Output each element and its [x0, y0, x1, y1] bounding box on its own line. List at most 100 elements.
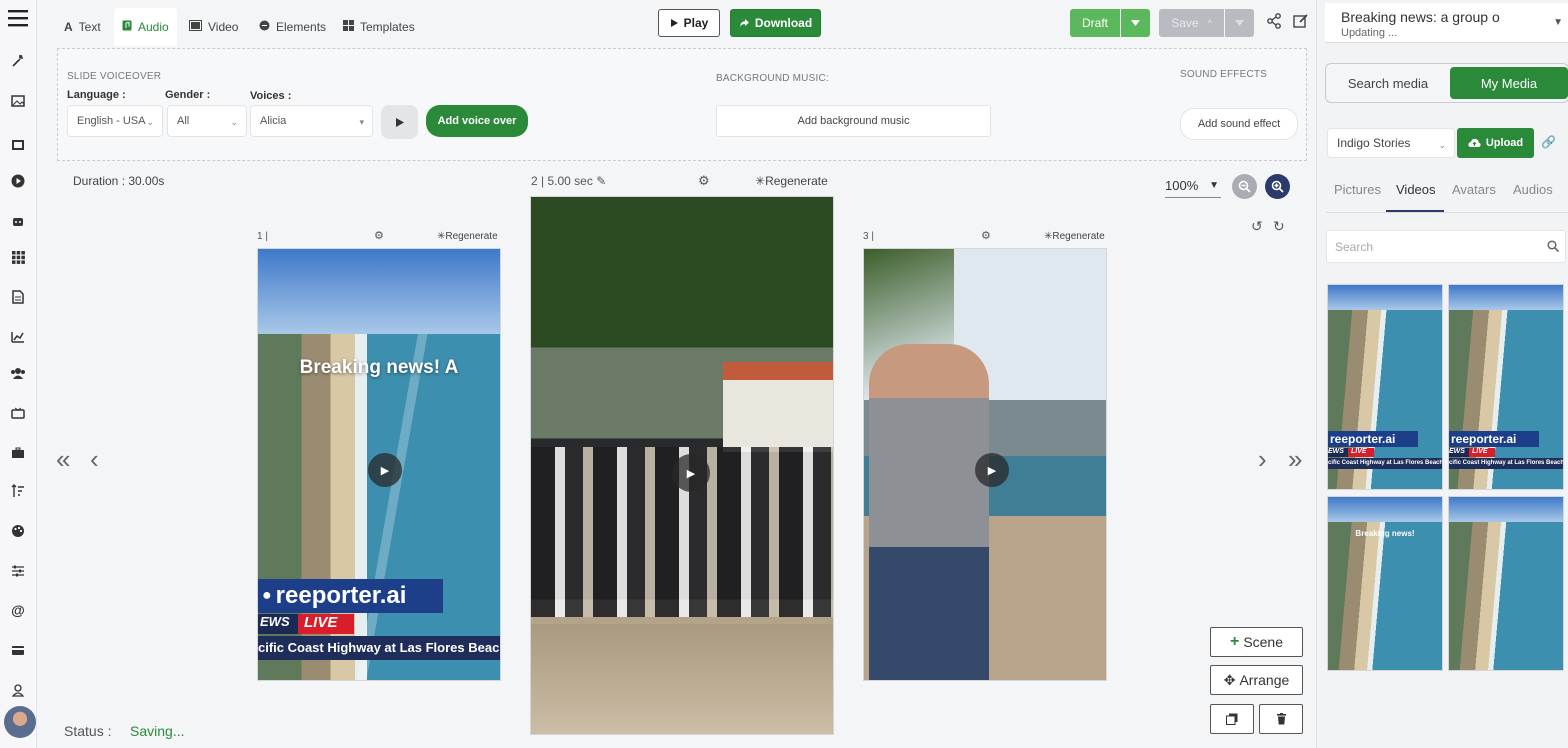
gear-icon[interactable]: ⚙ [374, 229, 384, 242]
media-thumbnail[interactable] [1448, 496, 1564, 671]
zoom-in-button[interactable] [1265, 174, 1290, 199]
save-button[interactable]: Save ^ [1159, 9, 1224, 37]
caret-up-icon: ^ [1207, 18, 1212, 28]
sort-icon[interactable] [9, 482, 27, 500]
zoom-out-button[interactable] [1232, 174, 1257, 199]
preview-voice-button[interactable] [381, 105, 418, 139]
audio-icon [122, 20, 132, 34]
redo-icon[interactable]: ↻ [1273, 218, 1285, 235]
scene-1-regenerate[interactable]: ✳Regenerate [437, 231, 498, 242]
user-outline-icon[interactable] [9, 681, 27, 699]
my-media-tab[interactable]: My Media [1450, 67, 1568, 99]
undo-icon[interactable]: ↺ [1251, 218, 1263, 235]
film-icon[interactable] [9, 136, 27, 154]
gender-select[interactable]: All ⌄ [167, 105, 247, 137]
tab-video[interactable]: Video [181, 8, 246, 46]
avatar[interactable] [4, 706, 36, 738]
sliders-icon[interactable] [9, 562, 27, 580]
draft-button[interactable]: Draft [1070, 9, 1120, 37]
scene-card-3[interactable]: ▶ [863, 248, 1107, 681]
robot-icon[interactable] [9, 212, 27, 230]
logo-icon: ● [262, 587, 272, 604]
delete-button[interactable] [1259, 704, 1303, 734]
pencil-icon[interactable]: ✎ [596, 174, 606, 188]
tab-pictures[interactable]: Pictures [1334, 182, 1381, 197]
tab-divider [1326, 212, 1568, 213]
link-icon[interactable]: 🔗 [1541, 135, 1556, 149]
tab-elements[interactable]: Elements [251, 8, 334, 46]
thumbnail-headline: Breaking news! [1355, 529, 1415, 538]
scene-3-regenerate[interactable]: ✳Regenerate [1044, 231, 1105, 242]
tab-avatars[interactable]: Avatars [1452, 182, 1496, 197]
media-search-input[interactable]: Search [1326, 230, 1566, 263]
play-button[interactable]: Play [658, 9, 720, 37]
tab-videos[interactable]: Videos [1396, 182, 1436, 197]
news-caption: cific Coast Highway at Las Flores Beach [1328, 458, 1442, 469]
scene-image [869, 344, 989, 680]
elements-icon [259, 20, 270, 34]
tab-text[interactable]: A Text [56, 8, 109, 46]
play-circle-icon[interactable] [9, 172, 27, 190]
palette-icon[interactable] [9, 522, 27, 540]
last-scene-icon[interactable]: » [1288, 444, 1302, 475]
scene-2-regenerate[interactable]: ✳Regenerate [755, 174, 828, 188]
magic-icon[interactable] [9, 52, 27, 70]
draft-dropdown[interactable] [1121, 9, 1150, 37]
chevron-down-icon: ⌄ [146, 117, 154, 127]
next-scene-icon[interactable]: › [1258, 444, 1267, 475]
folder-select[interactable]: Indigo Stories ⌄ [1327, 128, 1455, 158]
tab-audio[interactable]: Audio [114, 8, 177, 46]
zoom-in-icon [1271, 180, 1284, 193]
language-select[interactable]: English - USA ⌄ [67, 105, 163, 137]
card-icon[interactable] [9, 641, 27, 659]
zoom-select[interactable]: 100% ▼ [1165, 178, 1221, 198]
first-scene-icon[interactable]: « [56, 444, 70, 475]
scene-3-index: 3 | [863, 231, 874, 242]
document-icon[interactable] [9, 288, 27, 306]
chart-icon[interactable] [9, 328, 27, 346]
grid-icon[interactable] [9, 248, 27, 266]
media-thumbnail[interactable]: reeporter.ai EWS LIVE cific Coast Highwa… [1448, 284, 1564, 490]
upload-button[interactable]: Upload [1457, 128, 1534, 158]
add-background-music-button[interactable]: Add background music [716, 105, 991, 137]
share-arrow-icon [739, 19, 749, 27]
play-icon[interactable]: ▶ [672, 454, 710, 492]
prev-scene-icon[interactable]: ‹ [90, 444, 99, 475]
left-rail: @ [0, 0, 37, 748]
search-media-tab[interactable]: Search media [1326, 64, 1450, 102]
download-button[interactable]: Download [730, 9, 821, 37]
scene-card-1[interactable]: Breaking news! A ▶ ● reeporter.ai EWS LIV… [257, 248, 501, 681]
scene-2-duration[interactable]: 5.00 sec [547, 174, 592, 188]
users-icon[interactable] [9, 364, 27, 382]
media-thumbnail[interactable]: Breaking news! [1327, 496, 1443, 671]
tab-audios[interactable]: Audios [1513, 182, 1553, 197]
caret-down-icon: ▼ [1553, 17, 1563, 28]
briefcase-icon[interactable] [9, 444, 27, 462]
zoom-out-icon [1238, 180, 1251, 193]
add-sound-effect-button[interactable]: Add sound effect [1180, 108, 1298, 140]
cloud-upload-icon [1468, 138, 1481, 147]
add-voice-over-button[interactable]: Add voice over [426, 105, 528, 137]
status-value: Saving... [130, 723, 185, 739]
project-select[interactable]: Breaking news: a group o Updating ... ▼ [1325, 3, 1568, 43]
tv-icon[interactable] [9, 404, 27, 422]
arrange-button[interactable]: ✥ Arrange [1210, 665, 1303, 695]
menu-icon[interactable] [8, 8, 28, 28]
add-scene-button[interactable]: + Scene [1210, 627, 1303, 657]
duplicate-button[interactable] [1210, 704, 1254, 734]
at-icon[interactable]: @ [9, 601, 27, 619]
tab-templates[interactable]: Templates [335, 8, 423, 46]
save-dropdown[interactable] [1225, 9, 1254, 37]
gear-icon[interactable]: ⚙ [698, 173, 710, 189]
gear-icon[interactable]: ⚙ [981, 229, 991, 242]
sound-effects-title: SOUND EFFECTS [1180, 69, 1268, 80]
share-icon[interactable] [1266, 13, 1284, 31]
voices-select[interactable]: Alicia ▾ [250, 105, 373, 137]
play-icon[interactable]: ▶ [975, 453, 1009, 487]
image-icon[interactable] [9, 92, 27, 110]
play-icon[interactable]: ▶ [368, 453, 402, 487]
thumbnail-image [1449, 285, 1563, 310]
scene-card-2[interactable]: ▶ [530, 196, 834, 735]
edit-icon[interactable] [1293, 13, 1311, 31]
media-thumbnail[interactable]: reeporter.ai EWS LIVE cific Coast Highwa… [1327, 284, 1443, 490]
